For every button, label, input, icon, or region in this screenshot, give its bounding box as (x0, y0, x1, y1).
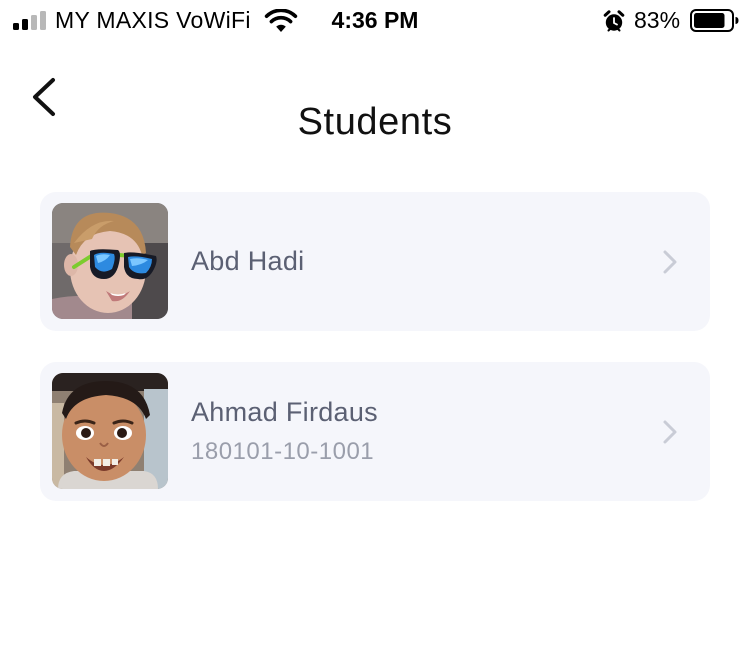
battery-percentage: 83% (634, 7, 681, 33)
student-avatar (52, 203, 168, 319)
student-name: Ahmad Firdaus (191, 397, 378, 427)
page-title: Students (297, 101, 453, 144)
carrier-name: MY MAXIS VoWiFi (55, 7, 251, 33)
student-photo-icon (52, 203, 168, 319)
student-photo-icon (52, 373, 168, 489)
alarm-icon (602, 9, 626, 33)
battery-icon (690, 9, 740, 32)
student-avatar (52, 373, 168, 489)
student-card[interactable]: Ahmad Firdaus 180101-10-1001 (40, 362, 710, 501)
chevron-right-icon (663, 420, 677, 444)
student-card[interactable]: Abd Hadi (40, 192, 710, 331)
student-name: Abd Hadi (191, 246, 305, 276)
signal-icon (13, 10, 47, 30)
status-bar: MY MAXIS VoWiFi 4:36 PM 83% (0, 0, 750, 40)
back-button[interactable] (18, 68, 74, 124)
chevron-right-icon (663, 250, 677, 274)
status-time: 4:36 PM (331, 7, 419, 33)
chevron-left-icon (33, 78, 55, 116)
student-id-number: 180101-10-1001 (191, 438, 375, 465)
wifi-icon (264, 8, 298, 33)
